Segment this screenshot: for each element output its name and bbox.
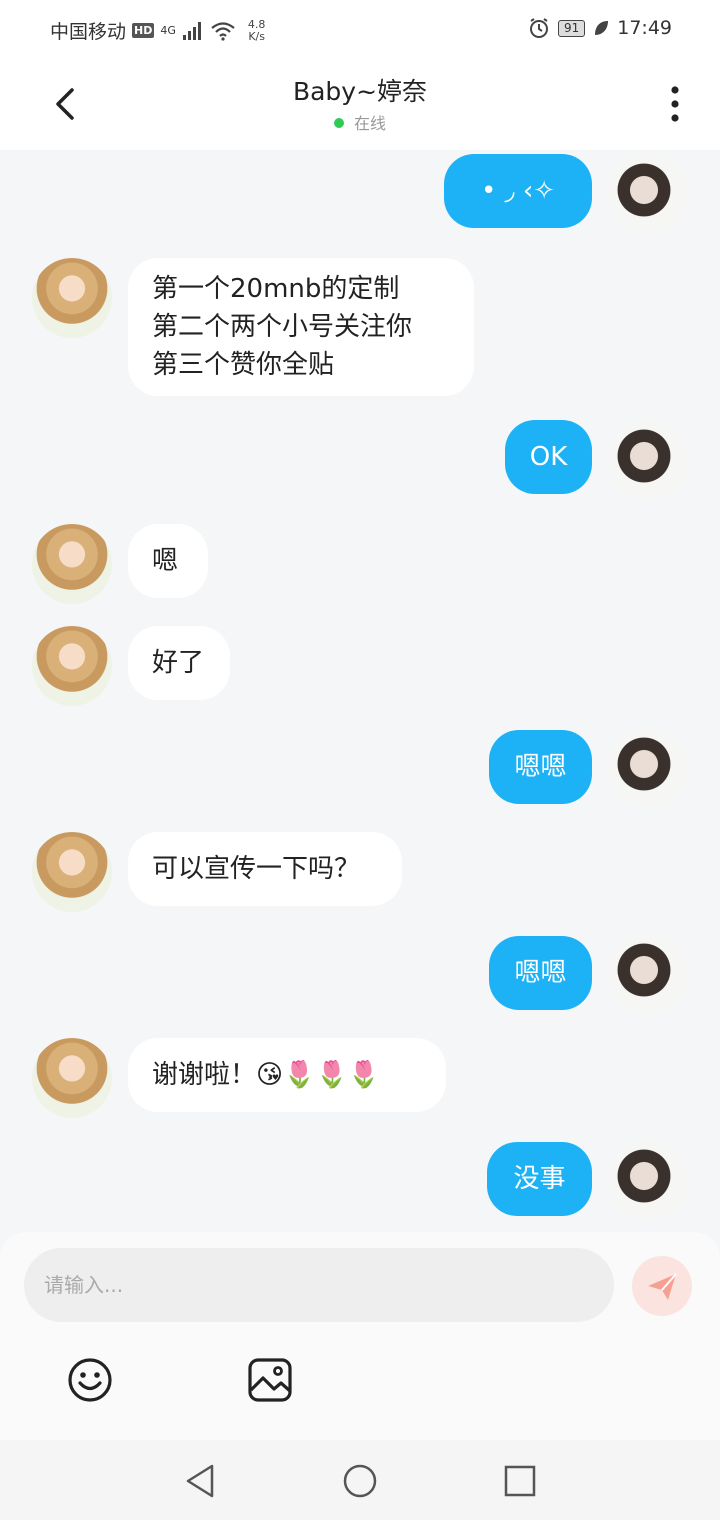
circle-home-icon [343,1464,377,1498]
online-status: 在线 [0,110,720,134]
message-bubble-sent[interactable]: 嗯嗯 [489,936,592,1010]
smiley-icon [68,1358,112,1402]
send-button[interactable] [632,1256,692,1316]
image-icon [248,1358,292,1402]
triangle-back-icon [186,1464,214,1498]
speed-value: 4.8 [247,17,266,31]
square-recents-icon [504,1465,536,1497]
nav-home-button[interactable] [341,1462,379,1500]
more-options-button[interactable] [660,82,690,126]
nav-recents-button[interactable] [501,1462,539,1500]
status-left: 中国移动 HD 4G 4.8 K/s [50,17,265,44]
emoji-button[interactable] [66,1356,114,1404]
battery-indicator: 91 [557,19,586,37]
contact-avatar[interactable] [32,832,112,912]
network-type: 4G [160,24,176,37]
message-bubble-received[interactable]: 可以宣传一下吗？ [128,832,402,906]
my-avatar[interactable] [608,154,688,234]
my-avatar[interactable] [608,1140,688,1220]
signal-icon [182,21,201,40]
wifi-icon [211,21,235,41]
message-bubble-sent[interactable]: 嗯嗯 [489,730,592,804]
online-dot [333,118,344,128]
hd-badge: HD [132,23,155,38]
contact-avatar[interactable] [32,524,112,604]
status-bar: 中国移动 HD 4G 4.8 K/s 91 17:49 [0,0,720,56]
nav-back-button[interactable] [182,1462,220,1500]
message-list[interactable]: • ◞ ‹✧ 第一个20mnb的定制 第二个两个小号关注你 第三个赞你全贴 OK… [0,150,720,1232]
online-status-label: 在线 [353,114,386,133]
composer [0,1232,720,1440]
system-nav-bar [0,1440,720,1520]
carrier-label: 中国移动 [50,21,127,43]
speed-unit: K/s [248,29,265,43]
chat-header: Baby~婷奈 在线 [0,56,720,150]
image-button[interactable] [246,1356,294,1404]
message-bubble-sent[interactable]: OK [505,420,592,494]
message-bubble-received[interactable]: 第一个20mnb的定制 第二个两个小号关注你 第三个赞你全贴 [128,258,474,396]
alarm-icon [529,18,548,38]
message-bubble-sent[interactable]: 没事 [487,1142,592,1216]
paper-plane-icon [648,1273,677,1300]
message-input[interactable] [24,1248,614,1322]
my-avatar[interactable] [608,728,688,808]
message-bubble-received[interactable]: 谢谢啦！😘🌷🌷🌷 [128,1038,446,1112]
clock: 17:49 [617,17,672,39]
my-avatar[interactable] [608,934,688,1014]
status-right: 91 17:49 [528,17,672,39]
message-bubble-received[interactable]: 好了 [128,626,230,700]
message-bubble-sent[interactable]: • ◞ ‹✧ [444,154,592,228]
message-bubble-received[interactable]: 嗯 [128,524,208,598]
contact-avatar[interactable] [32,258,112,338]
more-vertical-icon [671,86,679,122]
contact-avatar[interactable] [32,626,112,706]
leaf-icon [595,21,609,35]
contact-name: Baby~婷奈 [292,77,428,106]
network-speed: 4.8 K/s [247,17,266,43]
contact-avatar[interactable] [32,1038,112,1118]
my-avatar[interactable] [608,420,688,500]
